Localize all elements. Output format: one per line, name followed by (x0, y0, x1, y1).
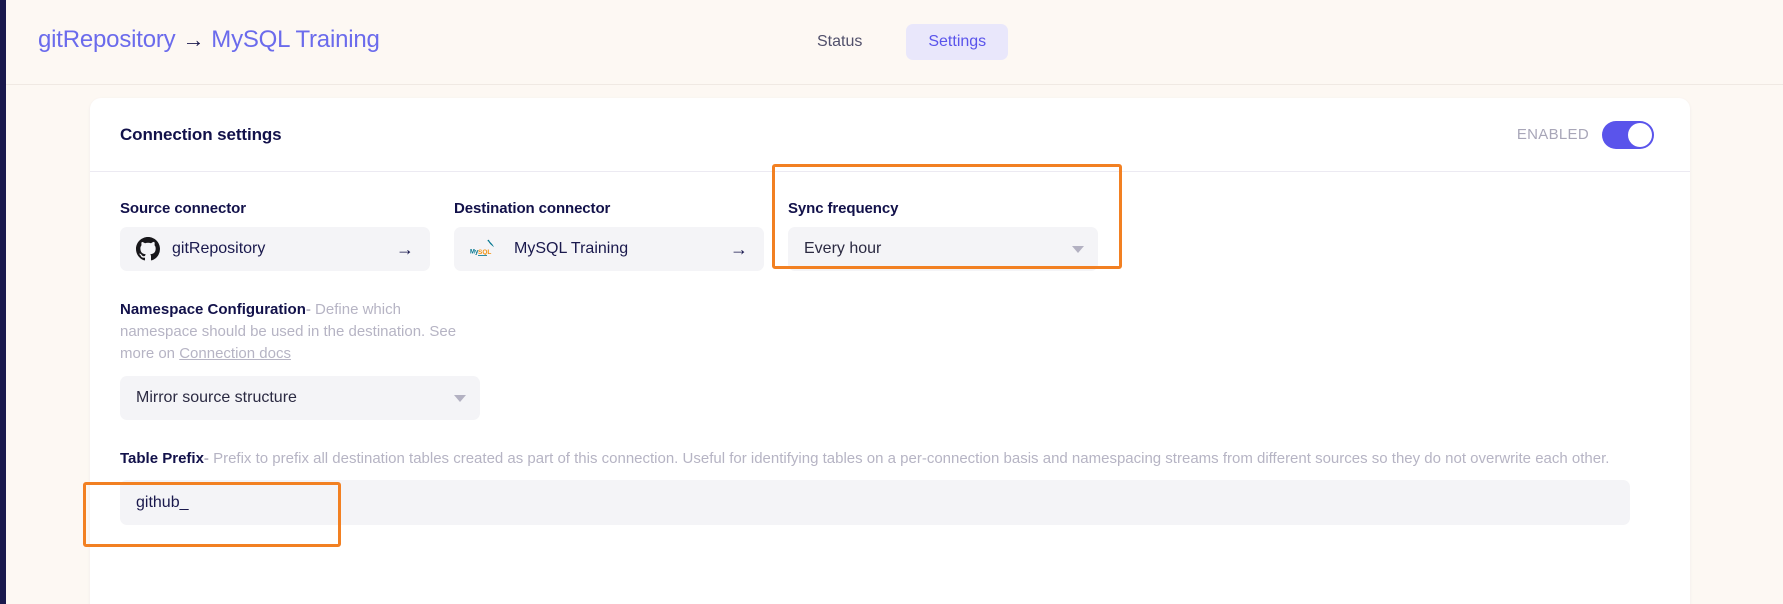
table-prefix-section: Table Prefix- Prefix to prefix all desti… (120, 448, 1660, 525)
card-header: Connection settings ENABLED (90, 98, 1690, 172)
github-icon (136, 237, 160, 261)
mysql-icon: My SQL (470, 239, 494, 256)
connection-docs-link[interactable]: Connection docs (179, 345, 291, 362)
enabled-toggle-group: ENABLED (1516, 120, 1654, 149)
source-connector-label: Source connector (120, 200, 246, 217)
source-connector-block: Source connector gitRepository → (120, 200, 430, 271)
svg-text:SQL: SQL (478, 249, 491, 256)
app-rail (0, 0, 6, 604)
card-body: Source connector gitRepository → Destina… (83, 164, 1690, 561)
namespace-configuration-section: Namespace Configuration- Define which na… (120, 299, 1660, 420)
namespace-configuration-title: Namespace Configuration (120, 301, 306, 318)
page-title: Connection settings (120, 124, 282, 144)
source-connector-arrow-icon[interactable]: → (396, 240, 414, 258)
tab-bar: Status Settings (795, 24, 1009, 60)
namespace-format-value: Mirror source structure (136, 389, 297, 406)
tab-settings[interactable]: Settings (906, 24, 1009, 60)
enabled-label: ENABLED (1516, 126, 1589, 143)
breadcrumb-arrow-icon: → (182, 27, 205, 52)
namespace-format-select[interactable]: Mirror source structure (120, 376, 480, 420)
destination-connector-pill[interactable]: My SQL MySQL Training → (454, 227, 764, 271)
connection-settings-card: Connection settings ENABLED Source conne… (83, 98, 1690, 604)
table-prefix-description: Table Prefix- Prefix to prefix all desti… (120, 448, 1630, 470)
top-bar: gitRepository → MySQL Training Status Sett… (0, 0, 1783, 85)
table-prefix-help: Prefix to prefix all destination tables … (213, 450, 1610, 467)
destination-connector-label: Destination connector (454, 200, 611, 217)
chevron-down-icon (1072, 245, 1084, 253)
breadcrumb-destination-link[interactable]: MySQL Training (211, 26, 380, 53)
destination-connector-name: MySQL Training (514, 240, 629, 257)
breadcrumb-source-link[interactable]: gitRepository (38, 26, 176, 53)
connectors-row: Source connector gitRepository → Destina… (120, 200, 1660, 271)
table-prefix-dash: - (203, 450, 209, 467)
source-connector-pill[interactable]: gitRepository → (120, 227, 430, 271)
destination-connector-block: Destination connector My SQL MySQL Train… (454, 200, 764, 271)
sync-frequency-select[interactable]: Every hour (788, 227, 1098, 271)
namespace-configuration-description: Namespace Configuration- Define which na… (120, 299, 480, 365)
namespace-title-dash: - (305, 301, 311, 318)
toggle-knob (1628, 122, 1652, 147)
table-prefix-input[interactable] (120, 480, 1630, 525)
chevron-down-icon (454, 394, 466, 402)
table-prefix-title: Table Prefix (120, 450, 204, 467)
sync-frequency-label: Sync frequency (788, 200, 899, 217)
tab-status[interactable]: Status (795, 24, 884, 60)
sync-frequency-value: Every hour (804, 240, 882, 257)
enabled-toggle[interactable] (1602, 120, 1654, 149)
source-connector-name: gitRepository (172, 240, 266, 257)
sync-frequency-block: Sync frequency Every hour (788, 200, 1098, 271)
destination-connector-arrow-icon[interactable]: → (730, 240, 748, 258)
breadcrumb: gitRepository → MySQL Training (38, 26, 380, 54)
